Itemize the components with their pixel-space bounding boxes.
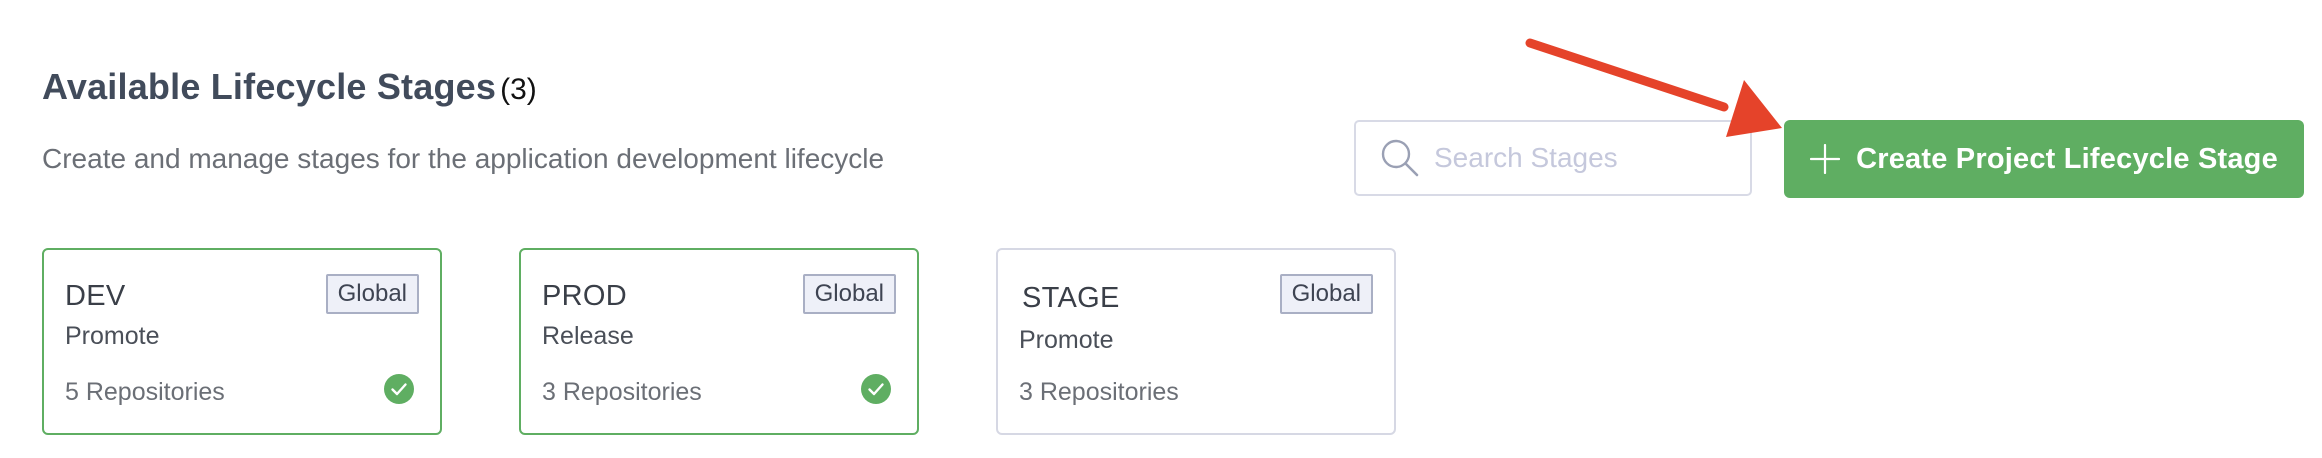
check-circle-icon	[384, 374, 414, 404]
page-header: Available Lifecycle Stages (3)	[42, 66, 537, 108]
scope-badge: Global	[802, 274, 896, 314]
stage-name: PROD	[542, 280, 627, 312]
create-button-label: Create Project Lifecycle Stage	[1856, 142, 2278, 175]
create-project-lifecycle-stage-button[interactable]: Create Project Lifecycle Stage	[1784, 120, 2304, 198]
repository-count: 5 Repositories	[65, 378, 225, 406]
scope-badge: Global	[1279, 274, 1373, 314]
page-subtitle: Create and manage stages for the applica…	[42, 143, 885, 174]
annotation-arrow-icon	[1525, 38, 1782, 137]
repository-count: 3 Repositories	[542, 378, 702, 406]
stage-card-stage[interactable]: STAGE Global Promote 3 Repositories	[996, 248, 1396, 435]
scope-badge: Global	[325, 274, 419, 314]
stage-type: Promote	[1019, 326, 1114, 354]
stage-name: DEV	[65, 280, 126, 312]
stage-card-dev[interactable]: DEV Global Promote 5 Repositories	[42, 248, 442, 435]
repository-count: 3 Repositories	[1019, 378, 1179, 406]
stage-card-prod[interactable]: PROD Global Release 3 Repositories	[519, 248, 919, 435]
search-icon	[1381, 139, 1419, 177]
search-input[interactable]	[1434, 142, 1734, 174]
check-circle-icon	[861, 374, 891, 404]
stage-name: STAGE	[1022, 282, 1120, 314]
plus-icon	[1810, 144, 1841, 174]
stage-type: Release	[542, 322, 634, 350]
stage-count: (3)	[500, 73, 537, 106]
page-title: Available Lifecycle Stages	[42, 66, 497, 107]
stage-type: Promote	[65, 322, 160, 350]
